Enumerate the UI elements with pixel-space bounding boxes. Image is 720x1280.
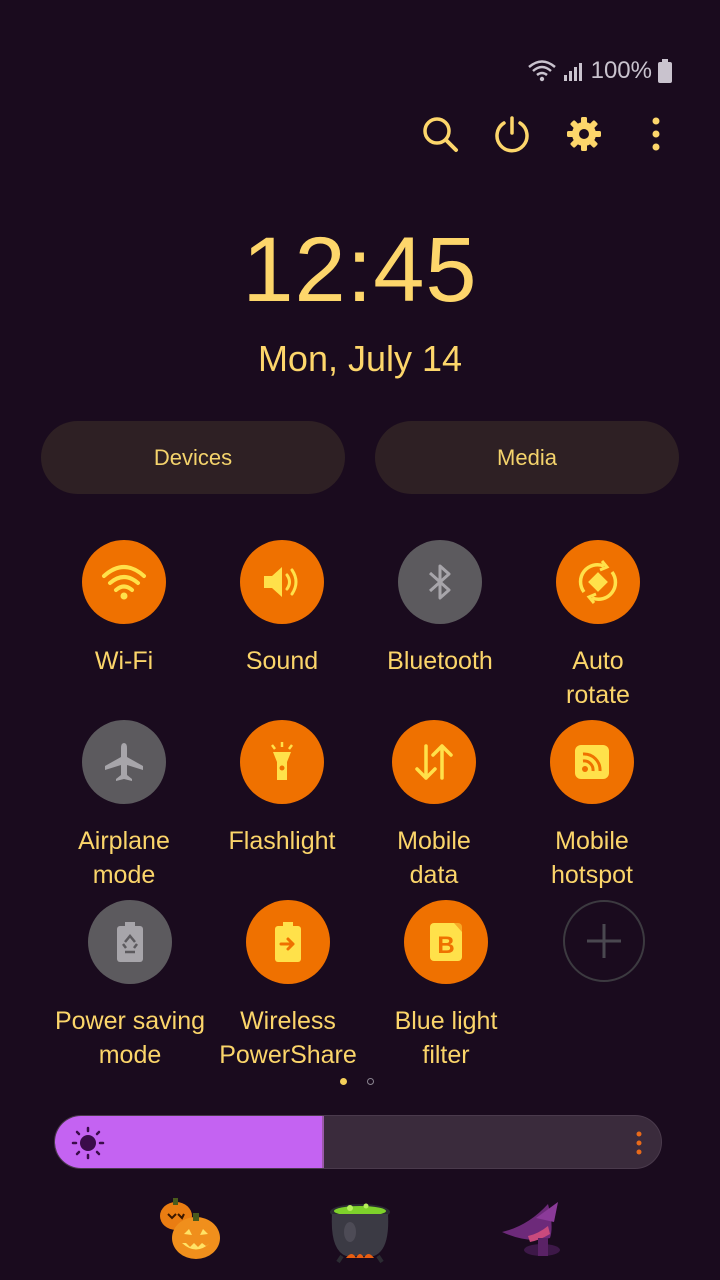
tile-label: Sound <box>245 647 319 675</box>
tile-mobile-data[interactable]: Mobile data <box>354 720 514 892</box>
tile-label: Auto rotate <box>566 647 630 709</box>
tile-label: Wi-Fi <box>94 647 154 675</box>
pumpkins-decoration <box>158 1196 224 1271</box>
add-icon[interactable] <box>563 900 645 982</box>
tile-power-saving[interactable]: Power saving mode <box>50 900 210 1072</box>
tile-label: Bluetooth <box>387 647 493 675</box>
witch-hat-decoration <box>498 1198 564 1269</box>
power-icon[interactable] <box>492 114 532 154</box>
tile-label: Blue light filter <box>394 1007 498 1069</box>
media-button[interactable]: Media <box>375 421 679 494</box>
tile-label: Airplane mode <box>78 827 170 889</box>
hotspot-icon[interactable] <box>550 720 634 804</box>
devices-button[interactable]: Devices <box>41 421 345 494</box>
tile-label: Mobile data <box>397 827 471 889</box>
brightness-sun-icon <box>71 1126 105 1165</box>
page-dot[interactable] <box>367 1078 374 1085</box>
quick-panel-actions <box>420 114 676 154</box>
wifi-icon[interactable] <box>82 540 166 624</box>
settings-gear-icon[interactable] <box>564 114 604 154</box>
tile-blue-light-filter[interactable]: B Blue light filter <box>366 900 526 1072</box>
cell-signal-icon <box>563 60 585 82</box>
power-saving-icon[interactable] <box>88 900 172 984</box>
powershare-icon[interactable] <box>246 900 330 984</box>
tile-flashlight[interactable]: Flashlight <box>202 720 362 858</box>
auto-rotate-icon[interactable] <box>556 540 640 624</box>
tile-auto-rotate[interactable]: Auto rotate <box>518 540 678 712</box>
search-icon[interactable] <box>420 114 460 154</box>
clock-time[interactable]: 12:45 <box>0 224 720 316</box>
brightness-options-icon[interactable] <box>635 1130 643 1161</box>
tile-wireless-powershare[interactable]: Wireless PowerShare <box>208 900 368 1072</box>
tile-airplane[interactable]: Airplane mode <box>44 720 204 892</box>
tile-add-button[interactable] <box>524 900 684 982</box>
page-indicator <box>340 1078 374 1085</box>
bluetooth-icon[interactable] <box>398 540 482 624</box>
tile-wifi[interactable]: Wi-Fi <box>44 540 204 678</box>
tile-label: Flashlight <box>228 827 336 855</box>
status-bar: 100% <box>527 56 672 86</box>
brightness-slider[interactable] <box>54 1115 662 1169</box>
wifi-signal-icon <box>527 58 557 84</box>
tile-label: Mobile hotspot <box>550 827 633 889</box>
tile-hotspot[interactable]: Mobile hotspot <box>512 720 672 892</box>
tile-label: Wireless PowerShare <box>219 1007 357 1069</box>
battery-percent: 100% <box>590 57 652 84</box>
battery-icon <box>658 59 672 83</box>
flashlight-icon[interactable] <box>240 720 324 804</box>
svg-text:B: B <box>437 932 454 959</box>
tile-sound[interactable]: Sound <box>202 540 362 678</box>
tile-bluetooth[interactable]: Bluetooth <box>360 540 520 678</box>
more-options-icon[interactable] <box>636 114 676 154</box>
clock-date[interactable]: Mon, July 14 <box>0 338 720 380</box>
mobile-data-icon[interactable] <box>392 720 476 804</box>
cauldron-decoration <box>326 1198 394 1269</box>
sound-icon[interactable] <box>240 540 324 624</box>
airplane-icon[interactable] <box>82 720 166 804</box>
tile-label: Power saving mode <box>54 1007 206 1069</box>
blue-light-icon[interactable]: B <box>404 900 488 984</box>
page-dot-active <box>340 1078 347 1085</box>
